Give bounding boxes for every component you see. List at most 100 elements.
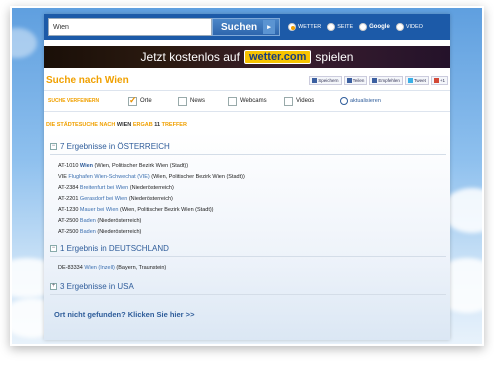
- summary-suffix: TREFFER: [161, 122, 187, 128]
- radio-dot: [359, 23, 368, 31]
- search-button[interactable]: Suchen ▸: [212, 18, 280, 36]
- refresh-icon: [340, 97, 348, 105]
- radio-dot: [395, 23, 404, 31]
- group-header[interactable]: − 7 Ergebnisse in ÖSTERREICH: [50, 142, 446, 151]
- checkbox[interactable]: [178, 96, 187, 106]
- bookmark-label: Speichern: [318, 77, 339, 83]
- place-link[interactable]: Baden: [80, 218, 96, 224]
- place-link[interactable]: Mauer bei Wien: [80, 207, 119, 213]
- search-scope-options: WETTER SEITE Google VIDEO: [288, 23, 423, 31]
- radio-weather[interactable]: WETTER: [288, 23, 321, 31]
- postal-code: VIE: [58, 174, 67, 180]
- place-detail: (Bayern, Traunstein): [116, 265, 167, 271]
- result-group-germany: − 1 Ergebnis in DEUTSCHLAND DE-83334 Wie…: [50, 244, 446, 274]
- filter-label: Videos: [296, 98, 315, 104]
- radio-label: VIDEO: [405, 24, 423, 30]
- refresh-link[interactable]: aktualisieren: [340, 97, 381, 105]
- summary-middle: ERGAB: [132, 122, 153, 128]
- list-item: AT-1010 Wien (Wien, Politischer Bezirk W…: [58, 161, 446, 172]
- summary-prefix: DIE STÄDTESUCHE NACH: [46, 122, 116, 128]
- radio-google[interactable]: Google: [359, 23, 390, 31]
- radio-site[interactable]: SEITE: [327, 23, 353, 31]
- filter-label: News: [190, 98, 206, 104]
- share-buttons: Speichern Teilen Empfehlen Tweet +1: [309, 75, 448, 85]
- result-group-austria: − 7 Ergebnisse in ÖSTERREICH AT-1010 Wie…: [50, 142, 446, 238]
- collapse-icon[interactable]: −: [50, 143, 57, 150]
- cloud-decoration: [12, 28, 37, 58]
- google-plusone-button[interactable]: +1: [430, 75, 448, 85]
- search-input[interactable]: [48, 18, 212, 36]
- heading-row: Suche nach Wien Speichern Teilen Empfehl…: [44, 72, 450, 88]
- place-detail: (Niederösterreich): [97, 218, 142, 224]
- place-link[interactable]: Wien: [80, 163, 93, 169]
- postal-code: AT-2500: [58, 218, 79, 224]
- checkbox[interactable]: [284, 96, 293, 106]
- arrow-right-icon: ▸: [263, 20, 275, 34]
- content-page: Suchen ▸ WETTER SEITE Google VI: [44, 14, 450, 340]
- list-item: DE-83334 Wien (Inzell) (Bayern, Traunste…: [58, 263, 446, 274]
- list-item: AT-2500 Baden (Niederösterreich): [58, 216, 446, 227]
- radio-video[interactable]: VIDEO: [395, 23, 423, 31]
- facebook-like-button[interactable]: Empfehlen: [369, 75, 403, 85]
- refresh-label: aktualisieren: [350, 98, 381, 104]
- radio-label: SEITE: [337, 24, 354, 30]
- refine-search-row: SUCHE VERFEINERN Orte News Webcams Video…: [44, 90, 450, 112]
- search-button-label: Suchen: [221, 21, 258, 33]
- collapse-icon[interactable]: −: [50, 245, 57, 252]
- expand-icon[interactable]: +: [50, 283, 57, 290]
- share-label: Teilen: [352, 77, 365, 83]
- filter-webcams[interactable]: Webcams: [228, 96, 284, 106]
- filter-news[interactable]: News: [178, 96, 228, 106]
- group-header[interactable]: − 1 Ergebnis in DEUTSCHLAND: [50, 244, 446, 253]
- radio-dot: [327, 23, 336, 31]
- google-logo: Google: [369, 24, 390, 30]
- place-detail: (Wien, Politischer Bezirk Wien (Stadt)): [119, 207, 214, 213]
- postal-code: AT-2384: [58, 185, 79, 191]
- tweet-label: Tweet: [413, 77, 426, 83]
- group-title: 3 Ergebnisse in USA: [60, 282, 134, 291]
- group-title: 1 Ergebnis in DEUTSCHLAND: [60, 244, 169, 253]
- filter-places[interactable]: Orte: [128, 95, 178, 106]
- results-panel: − 7 Ergebnisse in ÖSTERREICH AT-1010 Wie…: [44, 132, 450, 340]
- banner-text: Jetzt kostenlos auf: [140, 50, 240, 64]
- postal-code: AT-1230: [58, 207, 79, 213]
- place-detail: (Wien, Politischer Bezirk Wien (Stadt)): [151, 174, 245, 180]
- ad-banner[interactable]: Jetzt kostenlos auf wetter.com spielen: [44, 46, 450, 68]
- divider: [50, 256, 446, 257]
- share-button[interactable]: Teilen: [343, 75, 368, 85]
- google-plus-icon: [433, 77, 439, 83]
- place-link[interactable]: Breitenfurt bei Wien: [80, 185, 128, 191]
- divider: [50, 154, 446, 155]
- window-frame: Suchen ▸ WETTER SEITE Google VI: [10, 6, 484, 346]
- list-item: VIE Flughafen Wien-Schwechat (VIE) (Wien…: [58, 172, 446, 183]
- place-detail: (Niederösterreich): [128, 196, 173, 202]
- place-link[interactable]: Gerasdorf bei Wien: [80, 196, 127, 202]
- postal-code: DE-83334: [58, 265, 83, 271]
- banner-text: spielen: [315, 50, 354, 64]
- place-link[interactable]: Flughafen Wien-Schwechat (VIE): [68, 174, 149, 180]
- postal-code: AT-1010: [58, 163, 79, 169]
- result-list: DE-83334 Wien (Inzell) (Bayern, Traunste…: [58, 263, 446, 274]
- place-link[interactable]: Wien (Inzell): [84, 265, 115, 271]
- not-found-link[interactable]: Ort nicht gefunden? Klicken Sie hier >>: [54, 310, 194, 319]
- filter-videos[interactable]: Videos: [284, 96, 332, 106]
- filter-label: Orte: [140, 98, 152, 104]
- list-item: AT-2384 Breitenfurt bei Wien (Niederöste…: [58, 183, 446, 194]
- filter-label: Webcams: [240, 98, 267, 104]
- checkbox[interactable]: [128, 95, 137, 106]
- radio-label: WETTER: [298, 24, 322, 30]
- plusone-label: +1: [439, 77, 445, 83]
- checkbox[interactable]: [228, 96, 237, 106]
- tweet-button[interactable]: Tweet: [404, 75, 429, 85]
- list-item: AT-2201 Gerasdorf bei Wien (Niederösterr…: [58, 194, 446, 205]
- bookmark-icon: [312, 77, 318, 83]
- place-link[interactable]: Baden: [80, 229, 96, 235]
- bookmark-button[interactable]: Speichern: [309, 75, 342, 85]
- postal-code: AT-2201: [58, 196, 79, 202]
- result-group-usa: + 3 Ergebnisse in USA: [50, 282, 446, 295]
- like-label: Empfehlen: [378, 77, 400, 83]
- group-header[interactable]: + 3 Ergebnisse in USA: [50, 282, 446, 291]
- refine-label: SUCHE VERFEINERN: [48, 98, 100, 104]
- summary-term: WIEN: [116, 122, 132, 128]
- result-summary: DIE STÄDTESUCHE NACH WIEN ERGAB 11 TREFF…: [46, 122, 187, 128]
